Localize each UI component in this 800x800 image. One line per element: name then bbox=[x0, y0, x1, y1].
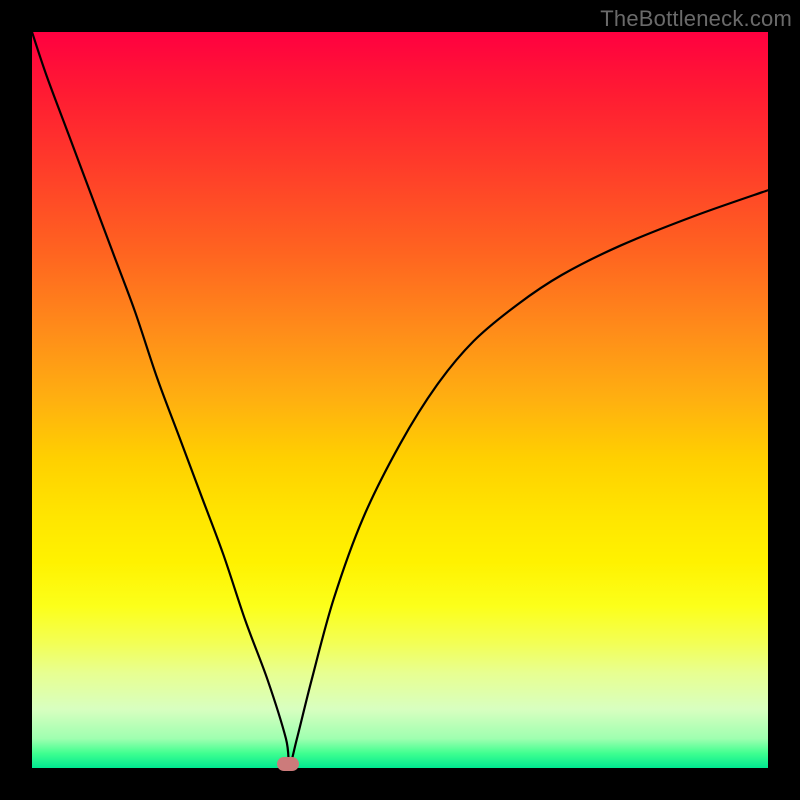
optimum-marker bbox=[277, 757, 299, 771]
chart-frame: TheBottleneck.com bbox=[0, 0, 800, 800]
plot-area bbox=[32, 32, 768, 768]
bottleneck-curve bbox=[32, 32, 768, 768]
watermark-text: TheBottleneck.com bbox=[600, 6, 792, 32]
